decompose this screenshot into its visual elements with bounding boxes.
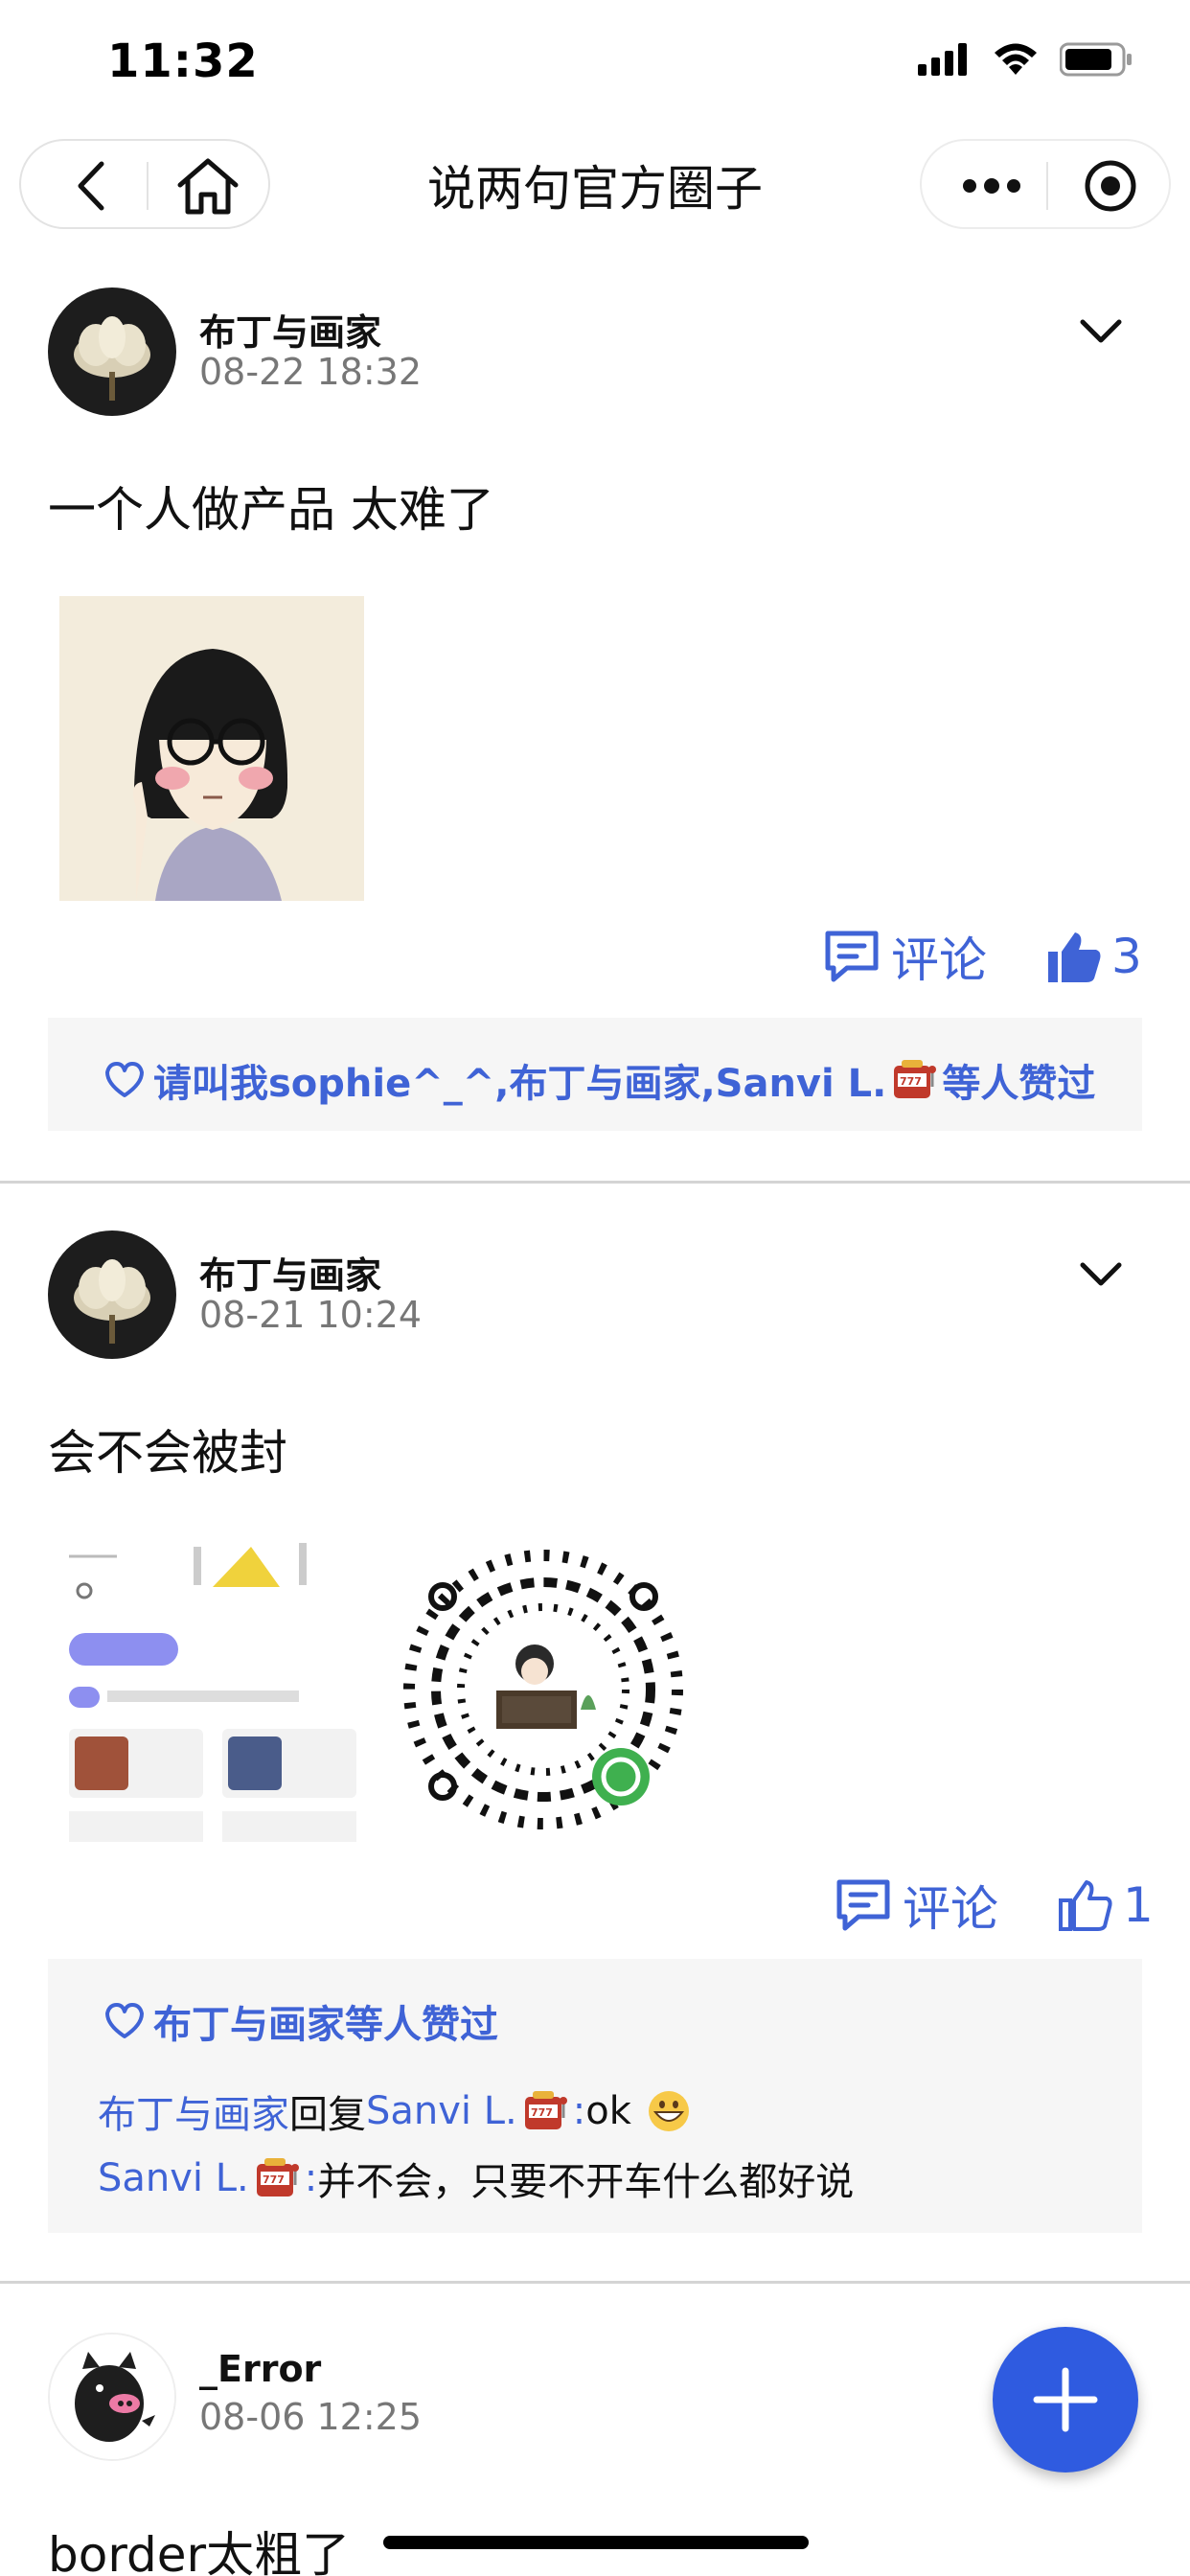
plus-icon: [1033, 2367, 1098, 2432]
comment-author[interactable]: Sanvi L.: [98, 2156, 249, 2200]
like-button[interactable]: 3: [1046, 929, 1142, 984]
status-icons: [918, 42, 1133, 77]
page: 11:32 说两句官方圈子 布丁与画家 08-22 18:32 一个人做产品 太…: [0, 0, 1190, 2576]
post-image[interactable]: [59, 596, 364, 901]
heart-outline-icon: [105, 2003, 144, 2038]
comment-author[interactable]: 布丁与画家: [98, 2083, 289, 2139]
comment-button[interactable]: 评论: [822, 922, 987, 991]
like-summary: 请叫我sophie^_^,布丁与画家,Sanvi L. 777 等人赞过: [103, 1052, 1095, 1108]
chevron-down-icon[interactable]: [1079, 1261, 1123, 1288]
post-text: 会不会被封: [48, 1425, 287, 1481]
avatar-lotus-image: [48, 288, 176, 416]
like-summary-box: 请叫我sophie^_^,布丁与画家,Sanvi L. 777 等人赞过: [48, 1018, 1142, 1131]
app-screenshot-image: [59, 1537, 364, 1842]
home-indicator: [383, 2536, 809, 2549]
svg-text:777: 777: [263, 2174, 285, 2186]
comment-body: 并不会，只要不开车什么都好说: [317, 2160, 855, 2204]
more-dots-icon[interactable]: [962, 175, 1021, 196]
slot-machine-emoji-icon: 777: [524, 2091, 567, 2129]
svg-text:777: 777: [531, 2106, 553, 2119]
slot-machine-emoji-icon: 777: [894, 1060, 937, 1098]
miniprogram-code-image: [391, 1537, 696, 1842]
comment-body: ok: [585, 2089, 631, 2133]
post-image[interactable]: [59, 1537, 364, 1842]
avatar[interactable]: [48, 288, 176, 416]
liker-names[interactable]: 布丁与画家等人赞过: [153, 1993, 498, 2049]
comment-icon: [836, 1879, 890, 1931]
status-time: 11:32: [107, 34, 259, 88]
comment-button[interactable]: 评论: [834, 1871, 998, 1940]
like-summary: 布丁与画家等人赞过: [103, 1993, 498, 2049]
battery-icon: [1060, 42, 1132, 77]
cartoon-girl-image: [59, 596, 364, 901]
like-button[interactable]: 1: [1058, 1877, 1154, 1933]
heart-outline-icon: [105, 1062, 144, 1097]
avatar[interactable]: [48, 1230, 176, 1359]
svg-text:777: 777: [900, 1075, 922, 1088]
comment-separator: :: [572, 2089, 586, 2133]
comment-label: 评论: [891, 932, 987, 988]
post-divider: [0, 2281, 1190, 2284]
thumbs-up-outline-icon: [1059, 1880, 1112, 1931]
like-summary-box: 布丁与画家等人赞过 布丁与画家 回复 Sanvi L. 777 : ok San…: [48, 1959, 1142, 2233]
chevron-down-icon[interactable]: [1079, 318, 1123, 345]
cellular-signal-icon: [918, 43, 967, 76]
post-actions: 评论 1: [834, 1871, 1154, 1940]
post-text: border太粗了: [48, 2527, 351, 2576]
thumbs-up-filled-icon: [1048, 932, 1101, 982]
post-text: 一个人做产品 太难了: [48, 482, 494, 538]
slot-machine-emoji-icon: 777: [256, 2158, 299, 2196]
comment-label: 评论: [903, 1881, 998, 1937]
post-author[interactable]: 布丁与画家: [199, 303, 381, 356]
reply-verb: 回复: [289, 2093, 366, 2137]
post-actions: 评论 3: [822, 922, 1142, 991]
post-author[interactable]: 布丁与画家: [199, 1246, 381, 1299]
capsule-separator: [1046, 162, 1048, 210]
nav-capsule-right: [920, 139, 1171, 229]
avatar-lotus-image: [48, 1230, 176, 1359]
liker-names[interactable]: 请叫我sophie^_^,布丁与画家,Sanvi L.: [153, 1052, 886, 1108]
add-post-button[interactable]: [993, 2327, 1138, 2472]
reply-target[interactable]: Sanvi L.: [366, 2089, 517, 2133]
comment-item[interactable]: 布丁与画家 回复 Sanvi L. 777 : ok: [98, 2083, 697, 2139]
like-count: 3: [1111, 929, 1142, 984]
post-time: 08-22 18:32: [199, 351, 423, 393]
comment-separator: :: [304, 2156, 318, 2200]
comment-icon: [825, 931, 879, 982]
post-author[interactable]: _Error: [199, 2348, 321, 2390]
likes-suffix: 等人赞过: [942, 1062, 1096, 1106]
close-miniprogram-icon[interactable]: [1083, 158, 1138, 214]
avatar-pig-image: [50, 2334, 174, 2459]
like-count: 1: [1123, 1877, 1154, 1933]
post-time: 08-06 12:25: [199, 2396, 423, 2438]
wifi-icon: [995, 43, 1037, 75]
nav-bar: 说两句官方圈子: [0, 129, 1190, 244]
post-time: 08-21 10:24: [199, 1294, 423, 1336]
comment-item[interactable]: Sanvi L. 777 : 并不会，只要不开车什么都好说: [98, 2150, 854, 2206]
status-bar: 11:32: [0, 0, 1190, 129]
post-image[interactable]: [391, 1537, 696, 1842]
grinning-face-emoji-icon: [648, 2091, 689, 2131]
post-divider: [0, 1181, 1190, 1184]
avatar[interactable]: [48, 2333, 176, 2461]
